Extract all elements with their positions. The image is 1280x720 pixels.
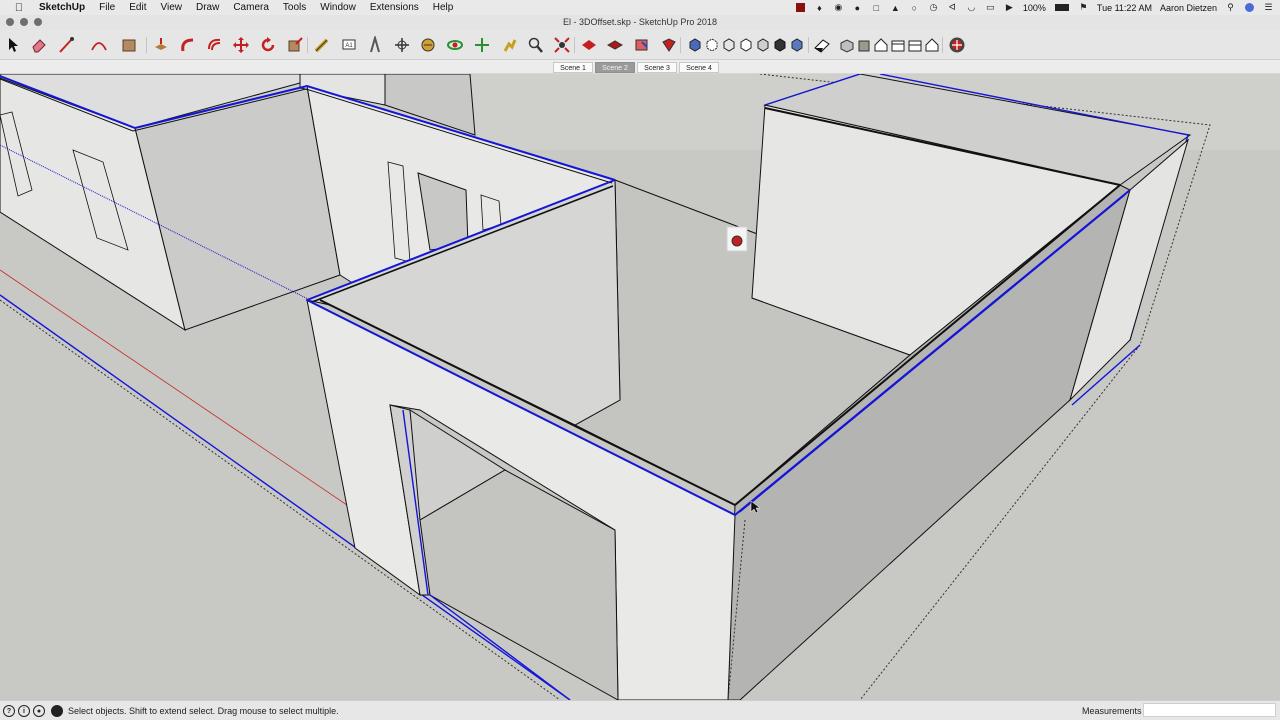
status-bar: ? i ● Select objects. Shift to extend se…	[0, 700, 1280, 720]
menu-edit[interactable]: Edit	[122, 0, 153, 15]
menu-camera[interactable]: Camera	[226, 0, 276, 15]
file-icon[interactable]: □	[871, 3, 882, 13]
axes-tool-icon[interactable]	[364, 34, 386, 56]
menu-window[interactable]: Window	[313, 0, 363, 15]
extension-warehouse-tool-icon[interactable]	[604, 34, 626, 56]
airplay-icon[interactable]: ▭	[985, 2, 996, 13]
measurements-label: Measurements	[1082, 706, 1142, 716]
clock[interactable]: Tue 11:22 AM	[1097, 3, 1152, 13]
dimension-tool-icon[interactable]	[391, 34, 413, 56]
window-title: El - 3DOffset.skp - SketchUp Pro 2018	[563, 17, 717, 27]
select-tool-icon[interactable]	[2, 34, 24, 56]
main-toolbar: A1	[0, 30, 1280, 60]
input-flag-icon[interactable]: ⚑	[1078, 2, 1089, 13]
monochrome-style-icon[interactable]	[786, 34, 808, 56]
user-name[interactable]: Aaron Dietzen	[1160, 3, 1217, 13]
section-plane-tool-icon[interactable]	[811, 34, 833, 56]
line-tool-icon[interactable]	[56, 34, 78, 56]
share-icon[interactable]: ◉	[833, 2, 844, 13]
model-canvas[interactable]	[0, 74, 1280, 700]
scale-tool-icon[interactable]	[284, 34, 306, 56]
arc-tool-icon[interactable]	[88, 34, 110, 56]
recording-icon[interactable]	[795, 3, 806, 13]
instructor-icon[interactable]	[51, 705, 63, 717]
warehouse-tool-icon[interactable]	[578, 34, 600, 56]
spotlight-search-icon[interactable]: ⚲	[1225, 2, 1236, 13]
tab-scene-1[interactable]: Scene 1	[553, 62, 593, 73]
volume-icon[interactable]: ▶	[1004, 2, 1015, 13]
scene-tabs-bar: Scene 1 Scene 2 Scene 3 Scene 4	[0, 60, 1280, 74]
upload-icon[interactable]: ▲	[890, 3, 901, 13]
zoom-extents-tool-icon[interactable]	[551, 34, 573, 56]
notification-icon[interactable]: ○	[909, 3, 920, 13]
model-viewport[interactable]	[0, 74, 1280, 700]
menu-bar:  SketchUp File Edit View Draw Camera To…	[0, 0, 1280, 15]
tab-scene-2[interactable]: Scene 2	[595, 62, 635, 73]
dropbox-icon[interactable]: ♦	[814, 3, 825, 13]
menu-extensions[interactable]: Extensions	[363, 0, 426, 15]
menu-draw[interactable]: Draw	[189, 0, 226, 15]
menu-help[interactable]: Help	[426, 0, 461, 15]
menu-tools[interactable]: Tools	[276, 0, 313, 15]
paint-bucket-tool-icon[interactable]	[417, 34, 439, 56]
battery-icon[interactable]	[1054, 3, 1070, 13]
move-tool-icon[interactable]	[230, 34, 252, 56]
eraser-tool-icon[interactable]	[28, 34, 50, 56]
tab-scene-4[interactable]: Scene 4	[679, 62, 719, 73]
measurements-input[interactable]	[1143, 703, 1276, 717]
siri-icon[interactable]	[1244, 3, 1255, 13]
tape-measure-tool-icon[interactable]	[311, 34, 333, 56]
orbit-tool-icon[interactable]	[444, 34, 466, 56]
extension-manager-tool-icon[interactable]	[658, 34, 680, 56]
geolocation-icon[interactable]: ?	[3, 705, 15, 717]
pan-tool-icon[interactable]	[471, 34, 493, 56]
status-message: Select objects. Shift to extend select. …	[68, 706, 339, 716]
text-tool-icon[interactable]: A1	[338, 34, 360, 56]
menu-view[interactable]: View	[153, 0, 189, 15]
component-marker-icon[interactable]	[726, 226, 748, 252]
zoom-window-tool-icon[interactable]	[498, 34, 520, 56]
offset-tool-icon[interactable]	[204, 34, 226, 56]
rotate-tool-icon[interactable]	[257, 34, 279, 56]
notification-center-icon[interactable]: ☰	[1263, 2, 1274, 13]
menu-app-name[interactable]: SketchUp	[32, 0, 92, 15]
user-account-icon[interactable]: ●	[33, 705, 45, 717]
battery-percent: 100%	[1022, 2, 1046, 13]
menu-file[interactable]: File	[92, 0, 122, 15]
tab-scene-3[interactable]: Scene 3	[637, 62, 677, 73]
send-to-layout-tool-icon[interactable]	[631, 34, 653, 56]
follow-me-tool-icon[interactable]	[177, 34, 199, 56]
wifi-icon[interactable]: ◡	[966, 2, 977, 13]
svg-text:A1: A1	[345, 43, 353, 49]
window-title-bar: El - 3DOffset.skp - SketchUp Pro 2018	[0, 15, 1280, 30]
rectangle-tool-icon[interactable]	[118, 34, 140, 56]
bluetooth-icon[interactable]: ᐊ	[947, 2, 958, 13]
zoom-tool-icon[interactable]	[524, 34, 546, 56]
apple-menu-icon[interactable]: 	[12, 2, 26, 14]
credits-icon[interactable]: i	[18, 705, 30, 717]
profile-button-icon[interactable]	[946, 34, 968, 56]
time-machine-icon[interactable]: ◷	[928, 2, 939, 13]
cc-icon[interactable]: ●	[852, 3, 863, 13]
left-view-icon[interactable]	[921, 34, 943, 56]
push-pull-tool-icon[interactable]	[150, 34, 172, 56]
